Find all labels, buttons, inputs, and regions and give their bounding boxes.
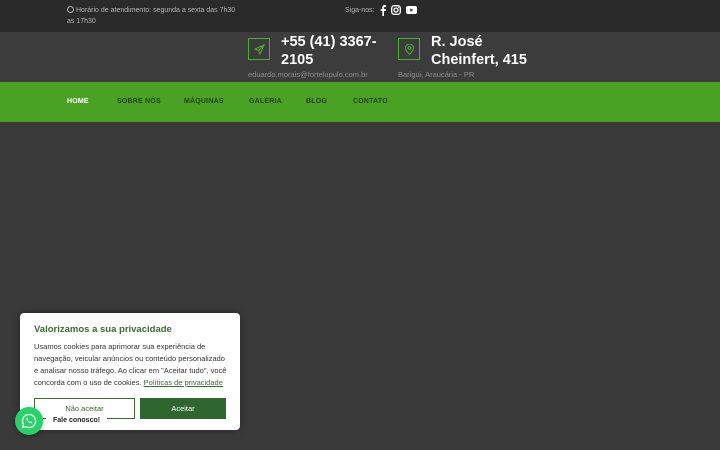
whatsapp-label[interactable]: Fale conosco! [46,413,108,427]
whatsapp-button[interactable] [15,407,43,435]
main-nav: HOME SOBRE NÓS MÁQUINAS GALERIA BLOG CON… [0,82,720,122]
top-bar: Horário de atendimento: segunda a sexta … [0,0,720,32]
opening-hours-text: Horário de atendimento: segunda a sexta … [67,7,236,25]
facebook-icon[interactable] [380,4,386,16]
cookie-title: Valorizamos a sua privacidade [34,324,172,335]
district-city: Barigui, Araucária - PR [398,70,475,79]
nav-item-galeria[interactable]: GALERIA [249,98,282,105]
nav-item-blog[interactable]: BLOG [306,98,327,105]
instagram-icon[interactable] [390,5,401,15]
nav-item-contato[interactable]: CONTATO [353,98,388,105]
send-icon [248,38,270,60]
social-links: Siga-nos: [345,4,422,16]
phone-number[interactable]: +55 (41) 3367-2105 [281,33,401,69]
privacy-policy-link[interactable]: Políticas de privacidade [144,378,223,387]
map-pin-icon [398,38,420,60]
email-address[interactable]: eduardo.morais@fortelupulo.com.br [248,70,368,79]
header-contact-bar: +55 (41) 3367-2105 eduardo.morais@fortel… [0,32,720,82]
cookie-text: Usamos cookies para aprimorar sua experi… [34,341,230,389]
youtube-icon[interactable] [405,6,417,14]
accept-cookies-button[interactable]: Aceitar [140,398,226,419]
social-label: Siga-nos: [345,6,375,14]
nav-item-sobre-nos[interactable]: SOBRE NÓS [117,98,161,105]
nav-item-maquinas[interactable]: MÁQUINAS [184,98,224,105]
opening-hours: Horário de atendimento: segunda a sexta … [67,5,242,27]
street-address: R. José Cheinfert, 415 [431,34,527,68]
clock-icon [67,6,74,13]
nav-item-home[interactable]: HOME [67,98,89,105]
whatsapp-icon [21,413,37,429]
